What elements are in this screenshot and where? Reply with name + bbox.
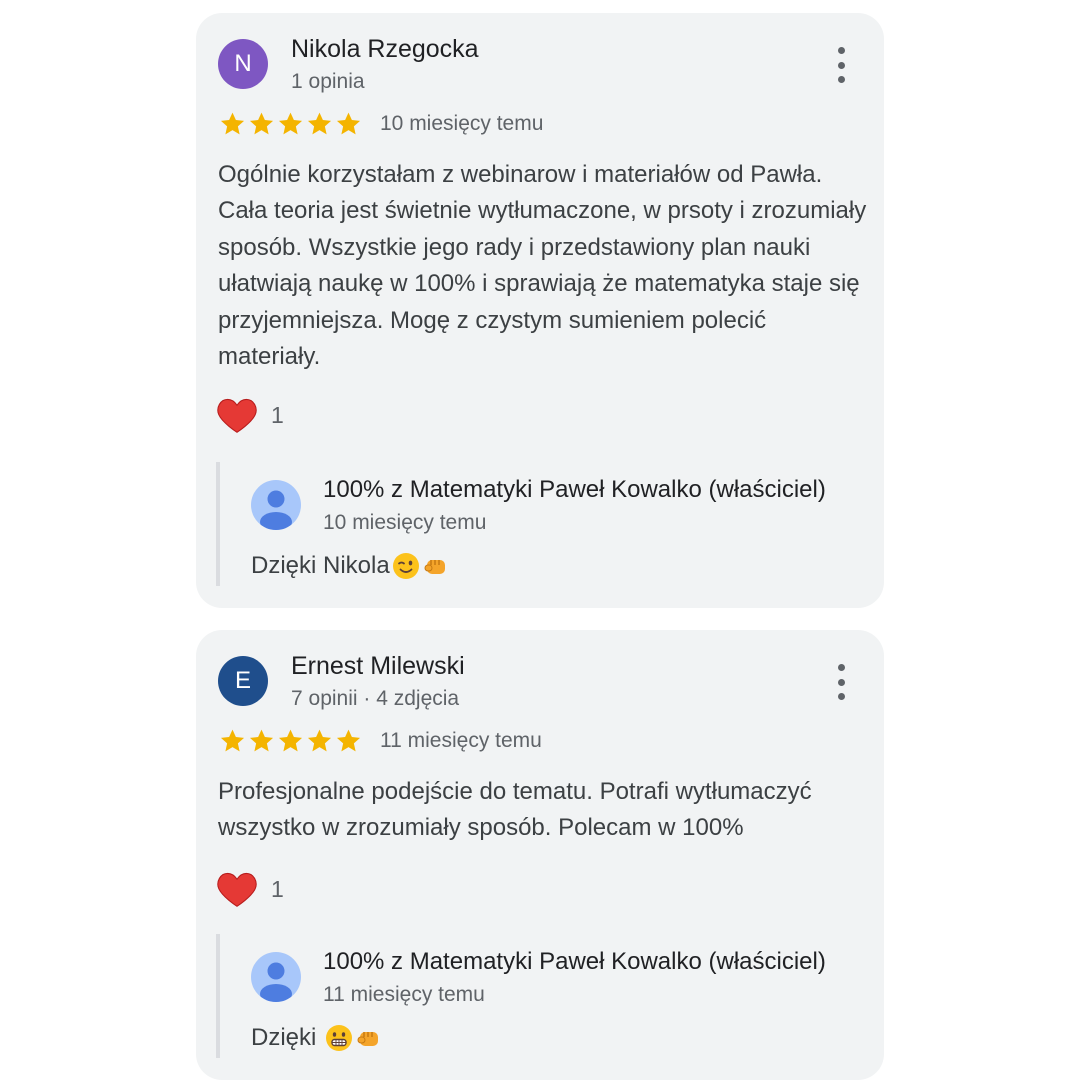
reviewer-avatar[interactable]: N	[218, 39, 268, 89]
avatar-letter: E	[234, 667, 251, 694]
more-options-button[interactable]	[826, 664, 856, 700]
reaction-count: 1	[271, 401, 284, 428]
person-icon	[260, 490, 292, 530]
reply-text: Dzięki Nikola	[251, 552, 450, 580]
reply-text-content: Dzięki	[251, 1024, 324, 1051]
owner-reply: 100% z Matematyki Paweł Kowalko (właścic…	[216, 934, 876, 1058]
avatar-letter: N	[234, 50, 252, 77]
reaction-button[interactable]: 1	[216, 396, 284, 434]
star-rating	[218, 110, 363, 138]
more-options-button[interactable]	[826, 47, 856, 83]
review-text: Ogólnie korzystałam z webinarow i materi…	[218, 161, 867, 371]
star-icon	[336, 112, 361, 135]
reviewer-meta: 7 opinii · 4 zdjęcia	[291, 687, 460, 710]
owner-avatar[interactable]	[251, 480, 301, 530]
star-rating	[218, 727, 363, 755]
more-vert-icon	[837, 664, 845, 671]
grinning-face-icon	[326, 1025, 353, 1051]
reviewer-name[interactable]: Nikola Rzegocka	[291, 35, 479, 64]
reply-time: 11 miesięcy temu	[323, 983, 485, 1006]
star-icon	[220, 729, 245, 752]
reviewer-avatar[interactable]: E	[218, 656, 268, 706]
reviewer-name[interactable]: Ernest Milewski	[291, 652, 465, 681]
star-icon	[307, 112, 332, 135]
person-icon	[260, 962, 292, 1002]
star-icon	[336, 729, 361, 752]
owner-name: 100% z Matematyki Paweł Kowalko (właścic…	[323, 476, 826, 503]
review-time: 10 miesięcy temu	[380, 112, 544, 135]
owner-name: 100% z Matematyki Paweł Kowalko (właścic…	[323, 948, 826, 975]
reply-time: 10 miesięcy temu	[323, 511, 487, 534]
review-time: 11 miesięcy temu	[380, 729, 542, 752]
rating-row: 10 miesięcy temu	[218, 110, 543, 138]
reply-text: Dzięki	[251, 1024, 383, 1052]
fist-bump-icon	[357, 1032, 379, 1046]
reviewer-meta: 1 opinia	[291, 70, 365, 93]
heart-icon	[217, 398, 257, 433]
review-text: Profesjonalne podejście do tematu. Potra…	[218, 778, 812, 842]
star-icon	[249, 729, 274, 752]
fist-bump-icon	[424, 560, 445, 574]
star-icon	[307, 729, 332, 752]
star-icon	[249, 112, 274, 135]
owner-avatar[interactable]	[251, 952, 301, 1002]
review-card: E Ernest Milewski 7 opinii · 4 zdjęcia 1…	[196, 630, 884, 1080]
star-icon	[220, 112, 245, 135]
star-icon	[278, 729, 303, 752]
more-vert-icon	[837, 47, 845, 54]
rating-row: 11 miesięcy temu	[218, 727, 542, 755]
heart-icon	[217, 872, 257, 907]
winking-face-icon	[392, 553, 419, 579]
star-icon	[278, 112, 303, 135]
review-card: N Nikola Rzegocka 1 opinia 10 miesięcy t…	[196, 13, 884, 608]
reply-text-content: Dzięki Nikola	[251, 552, 390, 579]
owner-reply: 100% z Matematyki Paweł Kowalko (właścic…	[216, 462, 876, 586]
reaction-button[interactable]: 1	[216, 870, 284, 908]
reaction-count: 1	[271, 875, 284, 902]
